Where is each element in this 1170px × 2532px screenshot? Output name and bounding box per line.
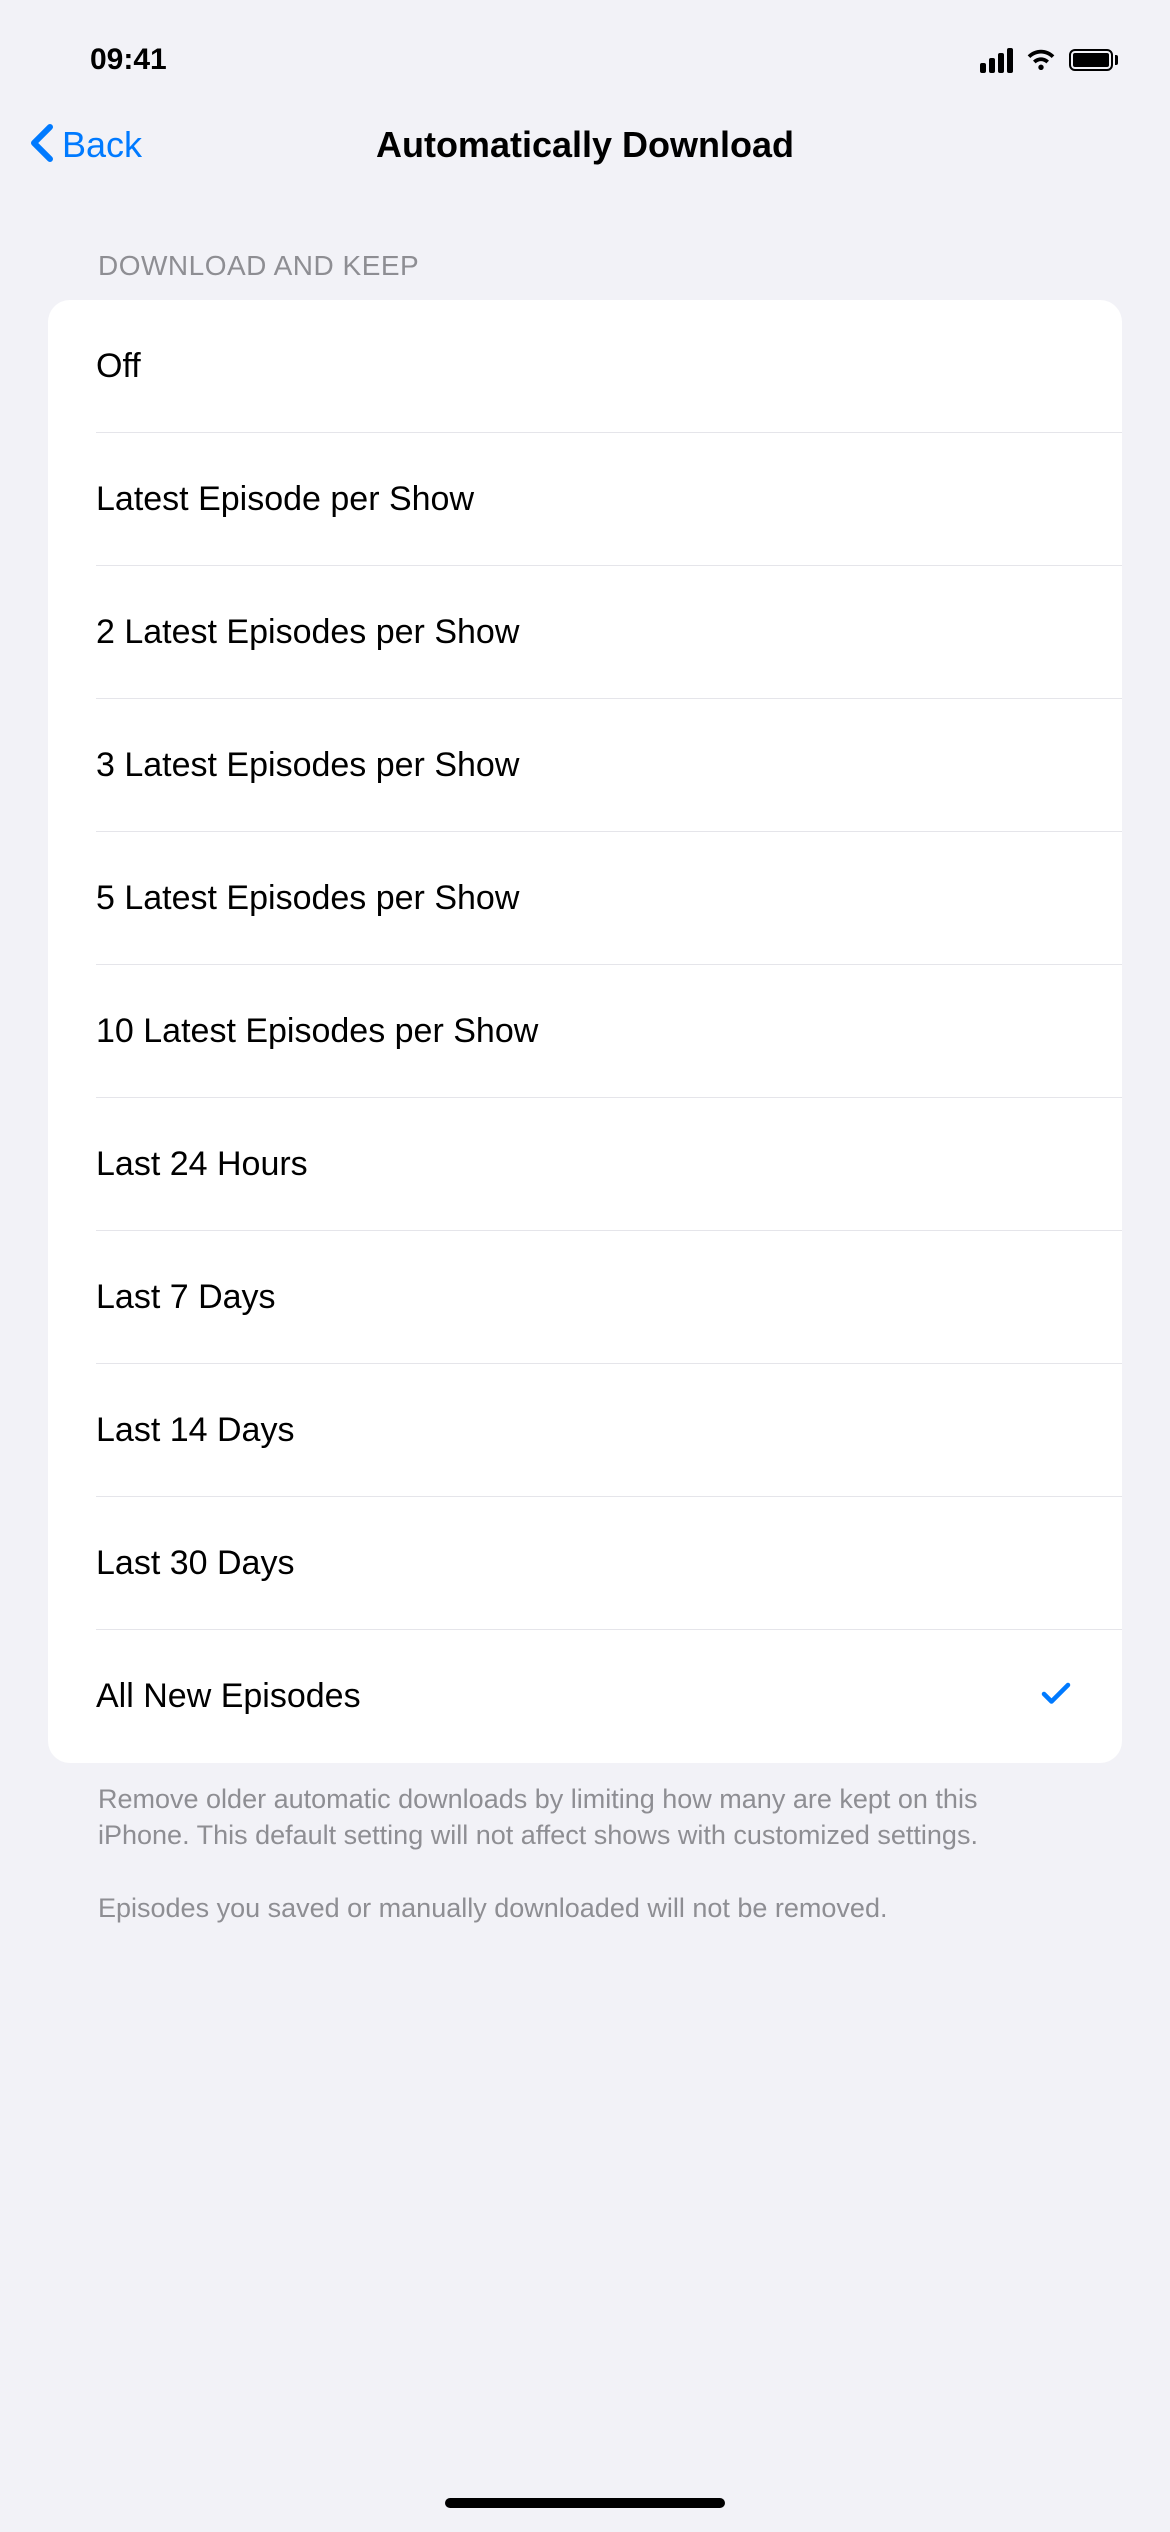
option-row[interactable]: 3 Latest Episodes per Show <box>48 699 1122 832</box>
home-indicator[interactable] <box>445 2498 725 2508</box>
status-icons <box>980 46 1118 75</box>
option-label: All New Episodes <box>96 1677 361 1716</box>
status-bar: 09:41 <box>0 0 1170 100</box>
content-area: DOWNLOAD AND KEEP Off Latest Episode per … <box>0 200 1170 1926</box>
option-row[interactable]: Latest Episode per Show <box>48 433 1122 566</box>
status-time: 09:41 <box>90 43 167 77</box>
option-label: Last 30 Days <box>96 1544 294 1583</box>
option-label: 2 Latest Episodes per Show <box>96 613 519 652</box>
chevron-left-icon <box>30 123 54 168</box>
section-footer: Remove older automatic downloads by limi… <box>48 1763 1122 1926</box>
option-row[interactable]: 10 Latest Episodes per Show <box>48 965 1122 1098</box>
cellular-signal-icon <box>980 48 1013 73</box>
option-row[interactable]: 5 Latest Episodes per Show <box>48 832 1122 965</box>
back-button[interactable]: Back <box>30 123 142 168</box>
option-label: 10 Latest Episodes per Show <box>96 1012 538 1051</box>
footer-text-1: Remove older automatic downloads by limi… <box>98 1781 1072 1854</box>
option-row[interactable]: Last 7 Days <box>48 1231 1122 1364</box>
back-label: Back <box>62 124 142 166</box>
battery-icon <box>1069 49 1118 71</box>
page-title: Automatically Download <box>0 124 1170 166</box>
option-row[interactable]: Last 30 Days <box>48 1497 1122 1630</box>
option-row[interactable]: 2 Latest Episodes per Show <box>48 566 1122 699</box>
option-row[interactable]: Last 24 Hours <box>48 1098 1122 1231</box>
option-label: Last 7 Days <box>96 1278 276 1317</box>
option-row[interactable]: Last 14 Days <box>48 1364 1122 1497</box>
navigation-bar: Back Automatically Download <box>0 100 1170 200</box>
option-row[interactable]: All New Episodes <box>48 1630 1122 1763</box>
footer-text-2: Episodes you saved or manually downloade… <box>98 1890 1072 1926</box>
option-label: Last 24 Hours <box>96 1145 308 1184</box>
option-label: 3 Latest Episodes per Show <box>96 746 519 785</box>
wifi-icon <box>1025 46 1057 75</box>
checkmark-icon <box>1038 1676 1074 1717</box>
option-label: Latest Episode per Show <box>96 480 474 519</box>
option-label: 5 Latest Episodes per Show <box>96 879 519 918</box>
option-row[interactable]: Off <box>48 300 1122 433</box>
option-label: Off <box>96 347 141 386</box>
section-header: DOWNLOAD AND KEEP <box>48 250 1122 300</box>
options-list: Off Latest Episode per Show 2 Latest Episo… <box>48 300 1122 1763</box>
option-label: Last 14 Days <box>96 1411 294 1450</box>
